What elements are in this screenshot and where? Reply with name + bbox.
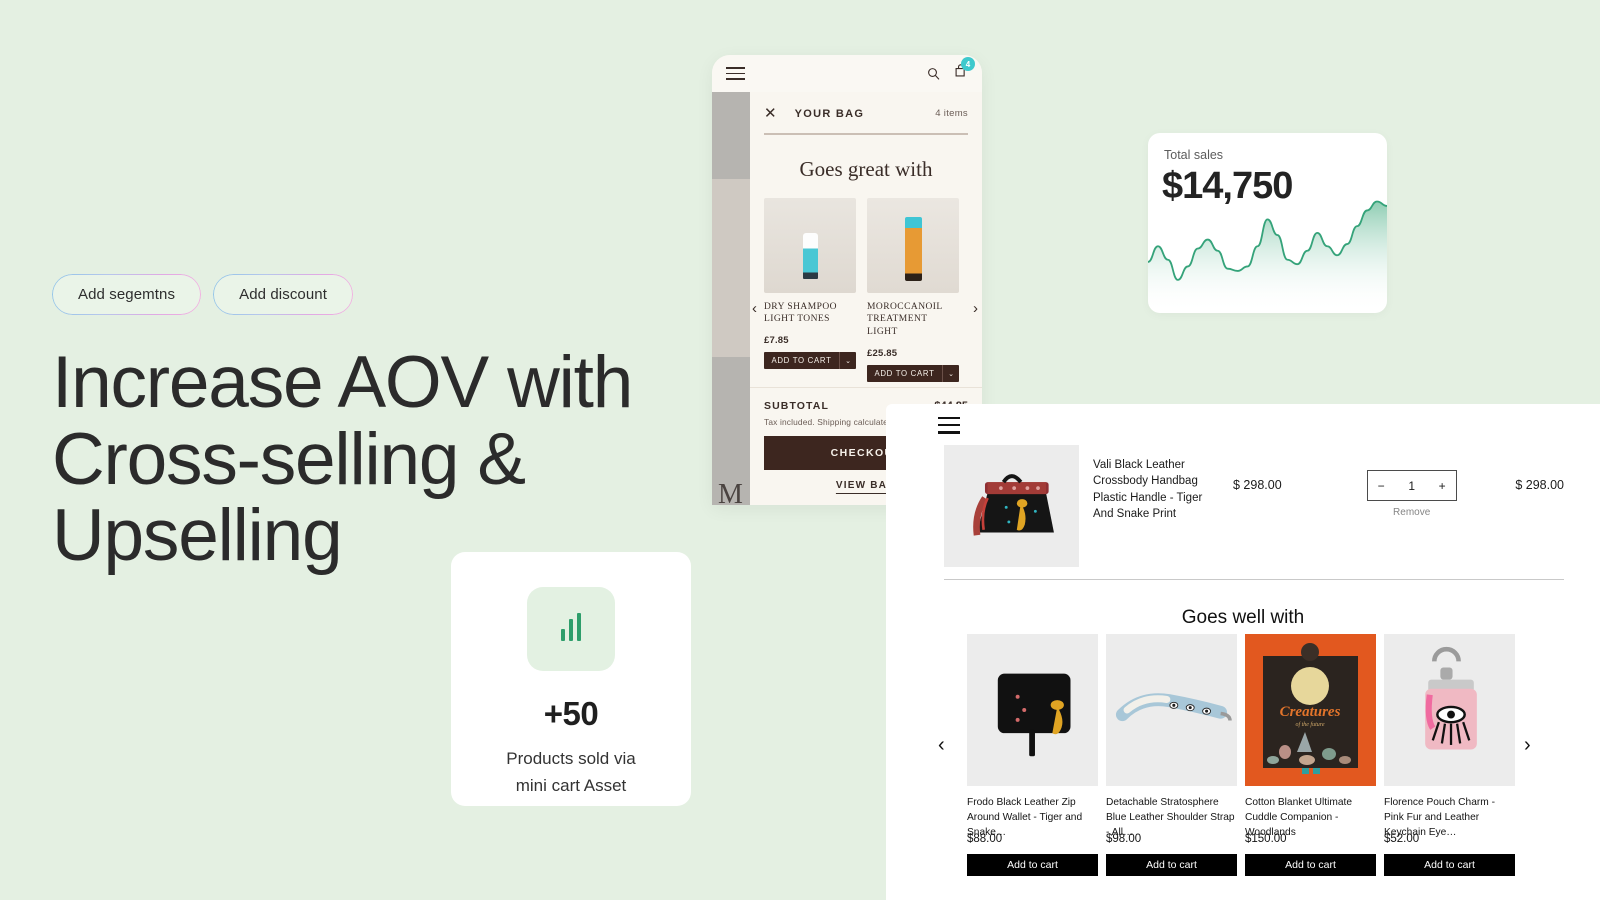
stat-label-line-1: Products sold via [506,749,636,768]
cotton-blanket-image: Creatures of the future [1245,634,1376,786]
total-sales-label: Total sales [1164,148,1224,162]
blue-strap-image [1106,634,1237,786]
mobile-recommendation-card[interactable]: MOROCCANOIL TREATMENT LIGHT £25.85 ADD T… [867,197,959,383]
add-segments-label: Add segemtns [78,286,176,303]
add-to-cart-button[interactable]: Add to cart [967,854,1098,876]
products-sold-stat-card: +50 Products sold via mini cart Asset [451,552,691,806]
cart-line-item: Vali Black Leather Crossbody Handbag Pla… [944,445,1564,567]
stat-label: Products sold via mini cart Asset [506,745,635,799]
mobile-product-price: £7.85 [764,335,789,347]
mobile-recommendation-card[interactable]: DRY SHAMPOO LIGHT TONES £7.85 ADD TO CAR… [764,197,856,382]
product-price: $88.00 [967,833,1003,845]
desktop-carousel-next-arrow[interactable]: › [1524,734,1531,757]
add-to-cart-button[interactable]: Add to cart [1384,854,1515,876]
add-discount-label: Add discount [239,286,328,303]
mobile-carousel-next-arrow[interactable]: › [973,300,978,317]
product-name: Detachable Stratosphere Blue Leather Sho… [1106,797,1235,838]
hero-section: Add segemtns Add discount Increase AOV w… [52,274,692,575]
total-sales-area-chart [1148,200,1387,313]
page-title-line-1: Increase AOV with [52,342,633,423]
mobile-product-name: MOROCCANOIL TREATMENT LIGHT [867,301,943,338]
mobile-add-to-cart-label: ADD TO CART [874,369,935,379]
product-card[interactable]: Florence Pouch Charm - Pink Fur and Leat… [1384,634,1515,876]
handbag-image [944,445,1079,567]
bar-chart-icon [527,587,615,671]
product-price: $98.00 [1106,833,1142,845]
bag-icon[interactable]: 4 [954,57,975,83]
subtotal-label: SUBTOTAL [764,400,829,412]
svg-text:Creatures: Creatures [1280,704,1341,720]
moroccanoil-product-image [867,197,959,293]
quantity-decrement-button[interactable]: − [1378,479,1385,493]
quantity-increment-button[interactable]: + [1439,479,1446,493]
chevron-down-icon[interactable]: ⌄ [839,352,856,370]
product-price: $150.00 [1245,833,1287,845]
drawer-title: YOUR BAG [794,107,865,120]
add-discount-button[interactable]: Add discount [213,274,354,315]
product-name: Frodo Black Leather Zip Around Wallet - … [967,797,1083,838]
product-card[interactable]: Detachable Stratosphere Blue Leather Sho… [1106,634,1237,876]
desktop-cart-panel: Vali Black Leather Crossbody Handbag Pla… [886,404,1600,900]
page-title: Increase AOV with Cross-selling & Upsell… [52,342,692,575]
add-to-cart-button[interactable]: Add to cart [1245,854,1376,876]
mobile-topbar: 4 [712,55,982,92]
cart-count-badge: 4 [961,57,975,71]
drawer-item-count: 4 items [935,108,968,119]
svg-text:of the future: of the future [1295,721,1324,728]
cart-item-line-total: $ 298.00 [1515,478,1564,492]
desktop-recommend-heading: Goes well with [1181,607,1305,628]
background-text: M Sh [718,477,748,505]
cart-divider [944,579,1564,580]
product-name: Cotton Blanket Ultimate Cuddle Companion… [1245,797,1353,838]
hero-chip-row: Add segemtns Add discount [52,274,692,315]
cart-item-unit-price: $ 298.00 [1233,478,1282,492]
total-sales-card: Total sales $14,750 [1148,133,1387,313]
add-segments-button[interactable]: Add segemtns [52,274,202,315]
mobile-add-to-cart-button[interactable]: ADD TO CART ⌄ [764,352,856,370]
hamburger-icon[interactable] [938,417,960,434]
mobile-product-price: £25.85 [867,348,898,360]
remove-item-link[interactable]: Remove [1393,507,1430,518]
dry-shampoo-product-image [764,197,856,293]
mobile-recommend-heading: Goes great with [799,156,933,181]
stat-label-line-2: mini cart Asset [515,776,627,796]
close-icon[interactable]: ✕ [764,106,777,121]
pink-pouch-image [1384,634,1515,786]
product-name: Florence Pouch Charm - Pink Fur and Leat… [1384,797,1495,838]
desktop-carousel-prev-arrow[interactable]: ‹ [938,734,945,757]
product-card[interactable]: Frodo Black Leather Zip Around Wallet - … [967,634,1098,876]
background-text-line-1: M [718,479,743,505]
page-title-line-2: Cross-selling & [52,418,526,500]
chevron-down-icon[interactable]: ⌄ [942,365,959,383]
mobile-carousel-prev-arrow[interactable]: ‹ [752,300,757,317]
hamburger-icon[interactable] [726,66,745,81]
quantity-stepper[interactable]: − 1 + [1366,470,1457,501]
drawer-divider [764,133,968,135]
black-wallet-image [967,634,1098,786]
mobile-add-to-cart-label: ADD TO CART [771,356,832,366]
product-card[interactable]: Creatures of the future Cotton Blanket U… [1245,634,1376,876]
page-background-strip [712,92,750,505]
cart-item-title: Vali Black Leather Crossbody Handbag Pla… [1093,459,1203,520]
desktop-recommendation-carousel: Frodo Black Leather Zip Around Wallet - … [967,634,1515,876]
mobile-add-to-cart-button[interactable]: ADD TO CART ⌄ [867,365,959,383]
add-to-cart-button[interactable]: Add to cart [1106,854,1237,876]
search-icon[interactable] [927,67,940,80]
mobile-recommendation-carousel: ‹ › DRY SHAMPOO LIGHT TONES £7.85 ADD TO… [750,182,982,383]
mobile-product-name: DRY SHAMPOO LIGHT TONES [764,301,837,325]
stat-value: +50 [543,695,599,732]
quantity-value[interactable]: 1 [1408,479,1415,493]
